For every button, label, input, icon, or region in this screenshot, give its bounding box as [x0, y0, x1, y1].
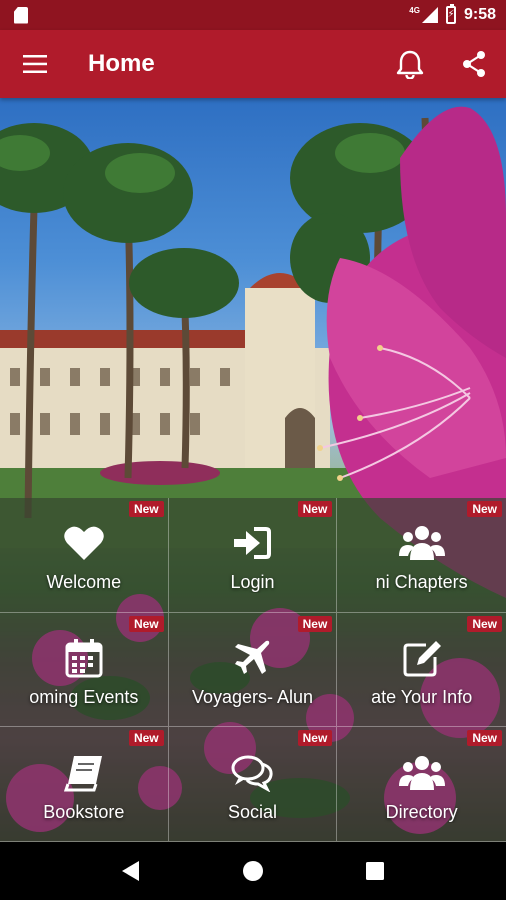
status-time: 9:58 [463, 6, 496, 23]
signal-icon [421, 7, 438, 23]
page-title: Home [88, 50, 155, 77]
new-badge: New [128, 615, 164, 632]
tile-label: Social [227, 801, 277, 822]
tile-label: Login [230, 572, 275, 593]
airplane-icon [233, 637, 271, 679]
users-icon [398, 752, 445, 794]
bell-icon[interactable] [378, 30, 442, 98]
status-right: 4G ⚡ 9:58 [409, 4, 496, 24]
tile-voyagers-alumni[interactable]: New Voyagers- Alun [168, 612, 338, 728]
tile-directory[interactable]: New Directory [337, 727, 506, 842]
tile-login[interactable]: New Login [168, 498, 338, 613]
battery-charging-glyph: ⚡ [447, 9, 455, 20]
menu-grid: New Welcome New Login New ni Chapters Ne… [0, 498, 506, 842]
calendar-icon [65, 637, 103, 679]
status-bar: 4G ⚡ 9:58 [0, 0, 506, 30]
tile-upcoming-events[interactable]: New oming Events [0, 612, 169, 728]
new-badge: New [467, 615, 502, 632]
status-left [14, 6, 409, 24]
hamburger-menu-icon[interactable] [0, 30, 70, 98]
tile-label: Voyagers- Alun [191, 686, 314, 707]
new-badge: New [297, 615, 333, 632]
new-badge: New [128, 730, 164, 747]
home-circle-icon[interactable] [233, 851, 273, 891]
back-triangle-icon[interactable] [111, 851, 151, 891]
chat-bubbles-icon [231, 752, 274, 794]
tile-label: ni Chapters [375, 572, 468, 593]
app-bar: Home [0, 30, 506, 98]
system-nav-bar [0, 842, 506, 900]
tile-welcome[interactable]: New Welcome [0, 498, 169, 613]
tile-label: Directory [385, 801, 458, 822]
heart-icon [63, 522, 105, 564]
edit-icon [402, 637, 442, 679]
tile-bookstore[interactable]: New Bookstore [0, 727, 169, 842]
users-icon [398, 522, 445, 564]
tile-update-your-info[interactable]: New ate Your Info [337, 612, 506, 728]
new-badge: New [297, 501, 333, 517]
sign-in-icon [232, 522, 272, 564]
battery-icon: ⚡ [445, 4, 456, 24]
tile-label: ate Your Info [371, 686, 473, 707]
tile-label: Bookstore [43, 801, 125, 822]
recents-square-icon[interactable] [355, 851, 395, 891]
tile-social[interactable]: New Social [168, 727, 338, 842]
book-icon [63, 752, 104, 794]
new-badge: New [467, 501, 502, 517]
tile-alumni-chapters[interactable]: New ni Chapters [337, 498, 506, 613]
new-badge: New [128, 501, 164, 517]
tile-label: oming Events [29, 686, 139, 707]
network-type: 4G [409, 5, 420, 15]
new-badge: New [297, 730, 333, 747]
tile-label: Welcome [46, 572, 122, 593]
new-badge: New [467, 730, 502, 747]
sd-card-icon [14, 6, 28, 24]
share-icon[interactable] [442, 30, 506, 98]
